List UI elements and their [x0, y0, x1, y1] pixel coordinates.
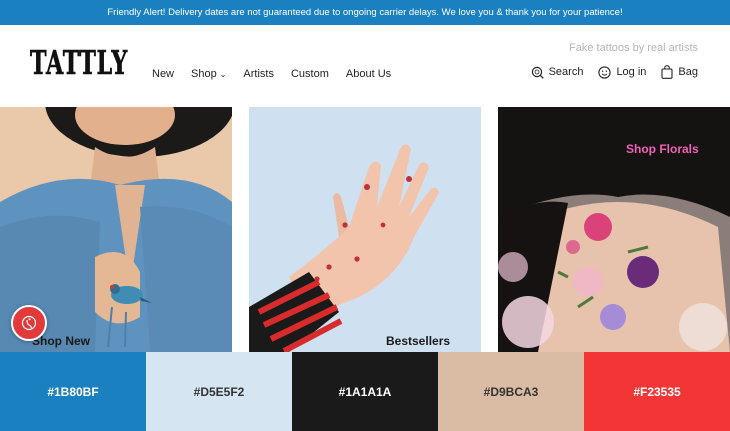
- bestsellers-photo: [249, 107, 481, 352]
- search-icon: [531, 66, 544, 79]
- accessibility-icon: [21, 315, 37, 331]
- chevron-down-icon: ⌄: [219, 69, 227, 79]
- search-label: Search: [548, 66, 584, 78]
- login-label: Log in: [616, 66, 647, 78]
- swatch-blue: #1B80BF: [0, 352, 146, 431]
- tattly-logo[interactable]: TATTLY: [30, 42, 130, 82]
- nav-custom[interactable]: Custom: [291, 68, 329, 80]
- search-button[interactable]: Search: [531, 65, 584, 79]
- login-button[interactable]: Log in: [598, 65, 646, 79]
- color-swatches: #1B80BF #D5E5F2 #1A1A1A #D9BCA3 #F23535: [0, 352, 730, 431]
- tile-bestsellers[interactable]: Bestsellers: [249, 107, 481, 352]
- nav-shop[interactable]: Shop ⌄: [191, 68, 226, 80]
- site-header: TATTLY New Shop ⌄ Artists Custom About Us…: [0, 25, 730, 107]
- alert-banner: Friendly Alert! Delivery dates are not g…: [0, 0, 730, 25]
- nav-custom-label: Custom: [290, 68, 329, 80]
- swatch-tan-label: #D9BCA3: [483, 384, 539, 399]
- bag-icon: [661, 65, 673, 79]
- swatch-red-label: #F23535: [633, 384, 681, 399]
- tile-bestsellers-label: Bestsellers: [386, 334, 451, 348]
- nav-about-label: About Us: [345, 68, 392, 80]
- swatch-blue-label: #1B80BF: [47, 384, 99, 399]
- nav-new[interactable]: New: [152, 68, 174, 80]
- nav-artists-label: Artists: [243, 68, 274, 80]
- tagline: Fake tattoos by real artists: [569, 42, 698, 54]
- nav-artists[interactable]: Artists: [243, 68, 274, 80]
- bag-label: Bag: [678, 66, 698, 78]
- nav-new-label: New: [152, 68, 175, 80]
- accessibility-button[interactable]: [11, 305, 47, 341]
- swatch-red: #F23535: [584, 352, 730, 431]
- main-nav: New Shop ⌄ Artists Custom About Us: [152, 68, 408, 80]
- nav-shop-label: Shop: [191, 68, 217, 80]
- hero-tiles: Shop New Bestsellers Shop Florals: [0, 107, 730, 352]
- tile-florals-label: Shop Florals: [626, 142, 699, 156]
- swatch-light-blue: #D5E5F2: [146, 352, 292, 431]
- swatch-black: #1A1A1A: [292, 352, 438, 431]
- logo-wordmark: TATTLY: [30, 43, 128, 82]
- swatch-black-label: #1A1A1A: [338, 384, 392, 399]
- bag-button[interactable]: Bag: [661, 65, 698, 79]
- swatch-tan: #D9BCA3: [438, 352, 584, 431]
- smiley-icon: [598, 65, 612, 79]
- utility-nav: Search Log in Bag: [516, 65, 698, 79]
- nav-about-us[interactable]: About Us: [346, 68, 391, 80]
- swatch-light-blue-label: #D5E5F2: [193, 384, 245, 399]
- tile-shop-florals[interactable]: Shop Florals: [498, 107, 730, 352]
